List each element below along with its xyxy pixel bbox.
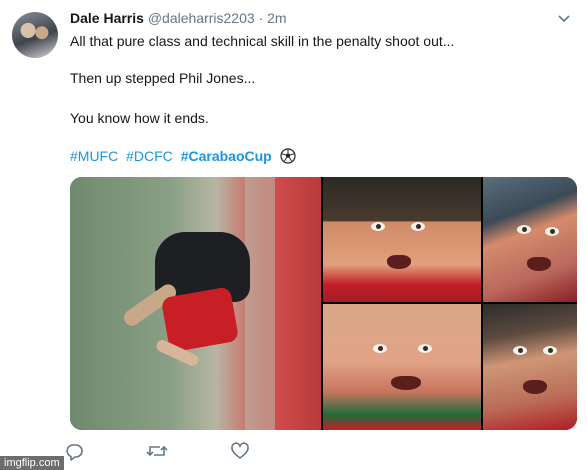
face-photo-1[interactable]: [323, 177, 481, 302]
photo-detail: [411, 222, 425, 231]
face-photo-4[interactable]: [483, 304, 577, 430]
photo-detail: [245, 177, 275, 430]
photo-detail: [527, 257, 551, 271]
face-photo-2[interactable]: [483, 177, 577, 302]
photo-detail: [373, 344, 387, 353]
tweet-line-3: You know how it ends.: [70, 110, 209, 126]
photo-detail: [371, 222, 385, 231]
author-name[interactable]: Dale Harris: [70, 10, 144, 26]
tweet-header: Dale Harris @daleharris2203 · 2m: [70, 10, 287, 26]
hashtag-carabaocup[interactable]: #CarabaoCup: [181, 148, 272, 164]
tweet-line-2: Then up stepped Phil Jones...: [70, 70, 256, 86]
photo-detail: [418, 344, 432, 353]
chevron-down-icon[interactable]: [557, 14, 571, 24]
tweet-line-1: All that pure class and technical skill …: [70, 33, 455, 49]
media-grid[interactable]: [70, 177, 577, 430]
photo-detail: [387, 255, 411, 269]
main-photo[interactable]: [70, 177, 321, 430]
hashtag-row: #MUFC #DCFC #CarabaoCup: [70, 148, 300, 164]
separator: ·: [258, 10, 264, 26]
heart-icon[interactable]: [230, 441, 252, 463]
watermark: imgflip.com: [0, 456, 64, 470]
photo-detail: [517, 225, 531, 234]
retweet-icon[interactable]: [146, 441, 168, 463]
photo-detail: [391, 376, 421, 390]
photo-detail: [513, 346, 527, 355]
reply-icon[interactable]: [64, 441, 86, 463]
photo-detail: [545, 227, 559, 236]
face-photo-3[interactable]: [323, 304, 481, 430]
timestamp[interactable]: 2m: [267, 10, 286, 26]
author-handle[interactable]: @daleharris2203: [148, 10, 255, 26]
hashtag-dcfc[interactable]: #DCFC: [126, 148, 173, 164]
photo-detail: [523, 380, 547, 394]
avatar[interactable]: [12, 12, 58, 58]
photo-detail: [160, 286, 240, 353]
hashtag-mufc[interactable]: #MUFC: [70, 148, 118, 164]
tweet-card[interactable]: Dale Harris @daleharris2203 · 2m All tha…: [0, 0, 587, 470]
photo-detail: [543, 346, 557, 355]
soccer-ball-icon: [280, 148, 296, 164]
